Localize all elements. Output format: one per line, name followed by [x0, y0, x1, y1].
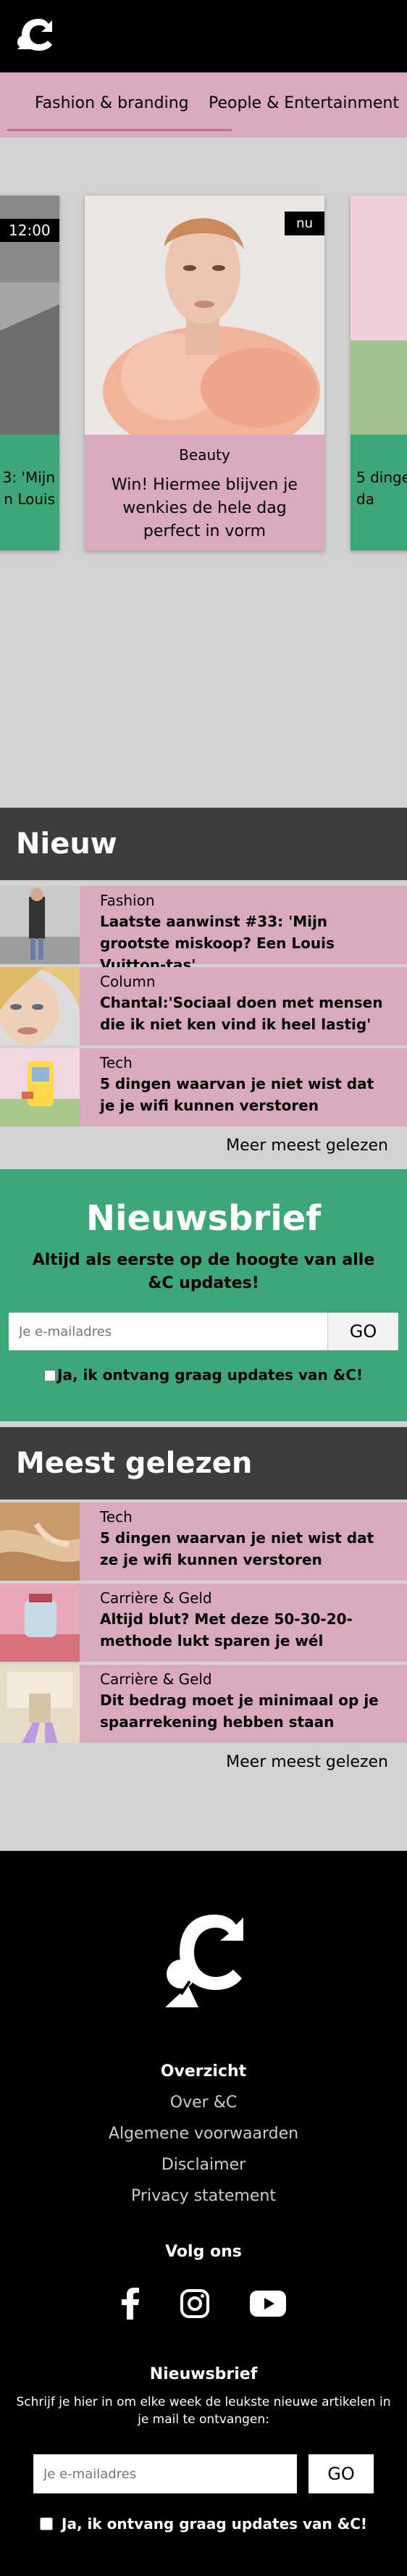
news-category: Carrière & Geld — [100, 1589, 212, 1607]
card-title: Win! Hiermee blijven je wenkies de hele … — [112, 476, 298, 540]
now-badge: nu — [285, 212, 324, 235]
newsletter-form: GO — [9, 1313, 398, 1350]
news-title[interactable]: 5 dingen waarvan je niet wist dat ze je … — [100, 1527, 390, 1571]
andc-logo[interactable] — [14, 16, 55, 54]
news-category: Tech — [100, 1054, 133, 1071]
news-category: Carrière & Geld — [100, 1670, 212, 1688]
news-thumbnail — [0, 886, 80, 964]
instagram-icon[interactable] — [180, 2289, 209, 2318]
news-thumbnail — [0, 1502, 80, 1581]
news-title[interactable]: 5 dingen waarvan je niet wist dat je je … — [100, 1073, 390, 1116]
top-bar — [0, 0, 407, 72]
tab-people-entertainment[interactable]: People & Entertainment — [209, 94, 399, 112]
footer-link-voorwaarden[interactable]: Algemene voorwaarden — [0, 2125, 407, 2143]
footer-newsletter-heading: Nieuwsbrief — [149, 2365, 258, 2383]
footer-link-over[interactable]: Over &C — [0, 2094, 407, 2112]
consent-label: Ja, ik ontvang graag updates van &C! — [57, 1366, 363, 1384]
news-category: Fashion — [100, 892, 155, 909]
consent-checkbox[interactable] — [44, 1370, 56, 1381]
youtube-icon[interactable] — [250, 2291, 286, 2317]
news-body: Fashion Laatste aanwinst #33: 'Mijn groo… — [80, 886, 407, 974]
consent-label: Ja, ik ontvang graag updates van &C! — [62, 2515, 367, 2533]
news-body: Carrière & Geld Altijd blut? Met deze 50… — [80, 1584, 407, 1662]
card-image — [351, 196, 407, 435]
meest-gelezen-section: Meest gelezen Tech 5 dingen waarvan je n… — [0, 1427, 407, 1851]
active-tab-indicator — [7, 129, 232, 131]
more-link[interactable]: Meer meest gelezen — [0, 1129, 407, 1169]
news-body: Tech 5 dingen waarvan je niet wist dat j… — [80, 1048, 407, 1126]
news-thumbnail — [0, 1584, 80, 1662]
news-item[interactable]: Tech 5 dingen waarvan je niet wist dat z… — [0, 1502, 407, 1584]
andc-logo[interactable] — [161, 1909, 246, 2010]
facebook-icon[interactable] — [121, 2288, 140, 2320]
social-links — [0, 2287, 407, 2320]
card-text: Beauty Win! Hiermee blijven je wenkies d… — [85, 435, 324, 551]
newsletter-title: Nieuwsbrief — [85, 1198, 322, 1239]
news-category: Tech — [100, 1508, 133, 1526]
carousel-card-current[interactable]: nu Beauty Win! Hiermee blijven je wenkie… — [85, 196, 324, 551]
footer-link-privacy[interactable]: Privacy statement — [0, 2187, 407, 2205]
footer-newsletter-text: Schrijf je hier in om elke week de leuks… — [16, 2395, 391, 2427]
news-title[interactable]: Dit bedrag moet je minimaal op je spaarr… — [100, 1689, 390, 1733]
news-thumbnail — [0, 967, 80, 1045]
news-title[interactable]: Altijd blut? Met deze 50-30-20-methode l… — [100, 1608, 390, 1652]
footer-consent: Ja, ik ontvang graag updates van &C! — [0, 2515, 407, 2533]
time-badge: 12:00 — [0, 219, 59, 242]
footer: Overzicht Over &C Algemene voorwaarden D… — [0, 1851, 407, 2576]
more-link[interactable]: Meer meest gelezen — [0, 1746, 407, 1851]
footer-overview-heading: Overzicht — [160, 2062, 247, 2081]
newsletter-subtitle: Altijd als eerste op de hoogte van alle … — [32, 1251, 375, 1292]
news-thumbnail — [0, 1048, 80, 1126]
news-item[interactable]: Tech 5 dingen waarvan je niet wist dat j… — [0, 1048, 407, 1129]
footer-link-disclaimer[interactable]: Disclaimer — [0, 2156, 407, 2174]
news-item[interactable]: Fashion Laatste aanwinst #33: 'Mijn groo… — [0, 886, 407, 974]
consent-checkbox[interactable] — [40, 2517, 53, 2530]
card-title: 3: 'Mijn n Louis — [2, 469, 55, 508]
news-body: Column Chantal:'Sociaal doen met mensen … — [80, 967, 407, 1045]
card-text: 3: 'Mijn n Louis — [0, 435, 59, 551]
news-title[interactable]: Chantal:'Sociaal doen met mensen die ik … — [100, 992, 390, 1035]
newsletter-consent: Ja, ik ontvang graag updates van &C! — [0, 1366, 407, 1384]
section-title: Meest gelezen — [0, 1427, 407, 1500]
email-field[interactable] — [33, 2454, 297, 2493]
section-title: Nieuw — [0, 808, 407, 880]
category-tabs: Fashion & branding People & Entertainmen… — [0, 72, 407, 138]
go-button[interactable]: GO — [309, 2454, 374, 2493]
tab-fashion-branding[interactable]: Fashion & branding — [35, 94, 189, 112]
news-item[interactable]: Carrière & Geld Dit bedrag moet je minim… — [0, 1665, 407, 1746]
news-body: Carrière & Geld Dit bedrag moet je minim… — [80, 1665, 407, 1743]
follow-heading: Volg ons — [165, 2243, 242, 2261]
email-field[interactable] — [9, 1313, 327, 1350]
featured-carousel: 12:00 3: 'Mijn n Louis nu Beauty Win! Hi… — [0, 138, 407, 659]
card-category: Beauty — [179, 446, 230, 464]
news-category: Column — [100, 973, 156, 990]
news-item[interactable]: Carrière & Geld Altijd blut? Met deze 50… — [0, 1584, 407, 1665]
carousel-card-next[interactable]: 5 dinge da — [351, 196, 407, 551]
newsletter-section: Nieuwsbrief Altijd als eerste op de hoog… — [0, 1169, 407, 1421]
news-thumbnail — [0, 1665, 80, 1743]
news-body: Tech 5 dingen waarvan je niet wist dat z… — [80, 1502, 407, 1581]
card-title: 5 dinge da — [356, 469, 407, 508]
footer-newsletter-form: GO — [0, 2454, 407, 2493]
news-title[interactable]: Laatste aanwinst #33: 'Mijn grootste mis… — [100, 911, 390, 976]
news-item[interactable]: Column Chantal:'Sociaal doen met mensen … — [0, 967, 407, 1048]
divider — [0, 1421, 407, 1427]
go-button[interactable]: GO — [327, 1313, 398, 1350]
card-text: 5 dinge da — [351, 435, 407, 551]
carousel-card-previous[interactable]: 12:00 3: 'Mijn n Louis — [0, 196, 59, 551]
nieuw-section: Nieuw Fashion Laatste aanwinst #33: 'Mij… — [0, 808, 407, 1169]
